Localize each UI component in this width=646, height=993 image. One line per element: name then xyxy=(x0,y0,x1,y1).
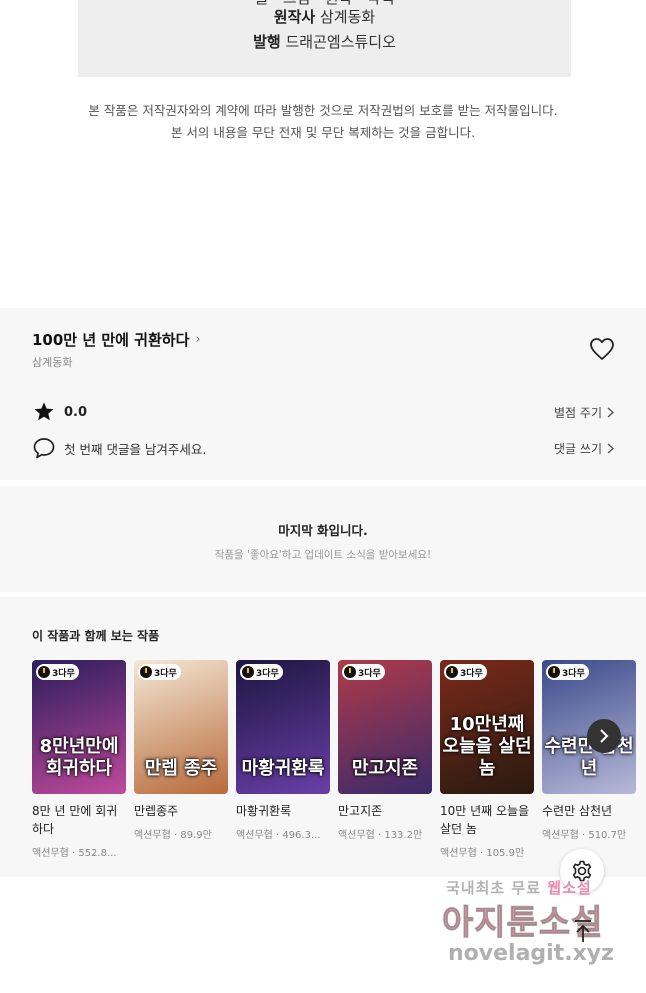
recommendations-heading: 이 작품과 함께 보는 작품 xyxy=(32,629,160,643)
cover-logo-text: 만렙 종주 xyxy=(144,758,218,779)
badge-label: 3다무 xyxy=(154,668,177,679)
last-episode-subtitle: 작품을 '좋아요'하고 업데이트 소식을 받아보세요! xyxy=(214,549,432,561)
cover-logo-text: 마황귀환록 xyxy=(241,758,325,779)
speech-bubble-icon xyxy=(33,438,55,459)
copyright-line-2: 본 서의 내용을 무단 전재 및 무단 복제하는 것을 금합니다. xyxy=(170,125,476,140)
copyright-notice: 본 작품은 저작권자와의 계약에 따라 발행한 것으로 저작권법의 보호를 받는… xyxy=(0,100,646,144)
recommendation-title: 수련만 삼천년 xyxy=(542,804,613,818)
clock-icon xyxy=(140,666,152,678)
cover-thumbnail: 3다무만렙 종주 xyxy=(134,660,228,794)
cover-thumbnail: 3다무만고지존 xyxy=(338,660,432,794)
recommendation-title: 만렙종주 xyxy=(134,804,179,818)
chevron-right-icon xyxy=(607,406,614,418)
clock-icon xyxy=(344,666,356,678)
star-filled-icon xyxy=(34,402,54,421)
credits-cut-line: 글 · 그림 · 원작 · 각색 xyxy=(78,0,571,11)
last-episode-title: 마지막 화입니다. xyxy=(278,523,368,538)
comment-row: 첫 번째 댓글을 남겨주세요. 댓글 쓰기 xyxy=(32,436,614,460)
badge-label: 3다무 xyxy=(562,668,585,679)
series-title-link[interactable]: 100만 년 만에 귀환하다 › xyxy=(32,329,201,350)
recommendation-card[interactable]: 3다무 8만년만에 회귀하다 8만 년 만에 회귀하다액션무협 · 552.8... xyxy=(32,660,126,859)
recommendation-card[interactable]: 3다무만렙 종주만렙종주액션무협 · 89.9만 xyxy=(134,660,228,859)
chevron-right-icon: › xyxy=(195,332,201,347)
recommendation-meta: 액션무협 · 552.8... xyxy=(32,848,117,859)
chevron-right-icon xyxy=(600,729,609,743)
recommendation-title: 마황귀환록 xyxy=(236,804,292,818)
recommendation-title: 10만 년째 오늘을 살던 놈 xyxy=(440,804,530,836)
recommendation-title: 8만 년 만에 회귀하다 xyxy=(32,804,118,836)
publisher-value: 드래곤엠스튜디오 xyxy=(285,33,396,51)
series-author: 삼계동화 xyxy=(32,356,73,369)
clock-icon xyxy=(548,666,560,678)
cover-logo-text: 10만년째 오늘을 살던 놈 xyxy=(442,714,532,779)
recommendation-card[interactable]: 3다무 만고지존 만고지존 액션무협 · 133.2만 xyxy=(338,660,432,859)
recommendation-meta: 액션무협 · 496.3... xyxy=(236,830,321,841)
wait-free-badge: 3다무 xyxy=(342,664,385,680)
badge-label: 3다무 xyxy=(358,668,381,679)
series-info-panel: 100만 년 만에 귀환하다 › 삼계동화 0.0 별점 주기 첫 번째 댓글을… xyxy=(0,308,646,480)
wait-free-badge: 3다무 xyxy=(138,664,181,680)
write-comment-label: 댓글 쓰기 xyxy=(554,441,602,456)
credits-box: 글 · 그림 · 원작 · 각색 원작사 삼계동화 발행 드래곤엠스튜디오 xyxy=(78,0,571,77)
wait-free-badge: 3다무 xyxy=(444,664,487,680)
recommendation-meta: 액션무협 · 105.9만 xyxy=(440,848,525,859)
arrow-up-to-top-icon xyxy=(575,920,591,942)
cover-logo-text: 8만년만에 회귀하다 xyxy=(39,736,119,779)
recommendations-panel: 이 작품과 함께 보는 작품 3다무 8만년만에 회귀하다 8만 년 만에 회귀하다… xyxy=(0,597,646,877)
cover-thumbnail: 3다무 10만년째 오늘을 살던 놈 xyxy=(440,660,534,794)
publisher-label: 발행 xyxy=(253,33,281,51)
cover-thumbnail: 3다무 8만년만에 회귀하다 xyxy=(32,660,126,794)
rating-row: 0.0 별점 주기 xyxy=(32,400,614,424)
badge-label: 3다무 xyxy=(52,668,75,679)
clock-icon xyxy=(446,666,458,678)
copyright-line-1: 본 작품은 저작권자와의 계약에 따라 발행한 것으로 저작권법의 보호를 받는… xyxy=(88,103,558,118)
site-watermark: 국내최초 무료 웹소설 아지툰소설 novelagit.xyz xyxy=(440,875,630,975)
last-episode-panel: 마지막 화입니다. 작품을 '좋아요'하고 업데이트 소식을 받아보세요! xyxy=(0,486,646,592)
comment-prompt: 첫 번째 댓글을 남겨주세요. xyxy=(64,441,207,457)
heart-outline-icon[interactable] xyxy=(589,337,615,361)
cover-thumbnail: 3다무마황귀환록 xyxy=(236,660,330,794)
clock-icon xyxy=(242,666,254,678)
series-title: 100만 년 만에 귀환하다 xyxy=(32,331,190,349)
chevron-right-icon xyxy=(607,442,614,454)
recommendation-meta: 액션무협 · 510.7만 xyxy=(542,830,627,841)
rating-score: 0.0 xyxy=(64,404,88,420)
write-comment-button[interactable]: 댓글 쓰기 xyxy=(554,440,614,457)
scroll-to-top-button[interactable] xyxy=(566,912,600,950)
wait-free-badge: 3다무 xyxy=(36,664,79,680)
rate-button-label: 별점 주기 xyxy=(554,405,602,420)
carousel-next-button[interactable] xyxy=(587,719,621,753)
recommendation-card[interactable]: 3다무 마황귀환록 마황귀환록 액션무협 · 496.3... xyxy=(236,660,330,859)
badge-label: 3다무 xyxy=(256,668,279,679)
recommendation-meta: 액션무협 · 133.2만 xyxy=(338,830,423,841)
wait-free-badge: 3다무 xyxy=(546,664,589,680)
recommendation-meta: 액션무협 · 89.9만 xyxy=(134,830,212,841)
rate-button[interactable]: 별점 주기 xyxy=(554,404,614,421)
recommendation-card[interactable]: 3다무 수련만 삼천년 수련만 삼천년 액션무협 · 510.7만 xyxy=(542,660,636,859)
cover-logo-text: 만고지존 xyxy=(351,758,419,779)
publisher-line: 발행 드래곤엠스튜디오 xyxy=(78,30,571,55)
recommendation-card[interactable]: 3다무 10만년째 오늘을 살던 놈 10만 년째 오늘을 살던 놈액션무협 · 1… xyxy=(440,660,534,859)
badge-label: 3다무 xyxy=(460,668,483,679)
clock-icon xyxy=(38,666,50,678)
wait-free-badge: 3다무 xyxy=(240,664,283,680)
recommendation-title: 만고지존 xyxy=(338,804,383,818)
recommendation-list: 3다무 8만년만에 회귀하다 8만 년 만에 회귀하다액션무협 · 552.8...… xyxy=(32,660,636,859)
